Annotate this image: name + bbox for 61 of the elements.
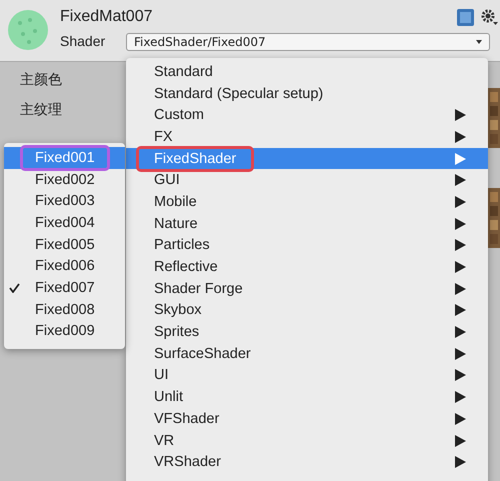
property-label: 主颜色 — [20, 70, 62, 89]
menu-item[interactable]: Sprites — [126, 321, 488, 343]
menu-item-label: VFShader — [153, 410, 220, 429]
menu-item[interactable]: Particles — [126, 234, 488, 256]
property-label: 主纹理 — [20, 100, 62, 119]
menu-item[interactable]: Shader Forge — [126, 278, 488, 300]
menu-item-label: Custom — [153, 106, 205, 126]
shader-dropdown[interactable]: FixedShader/Fixed007 — [126, 32, 490, 50]
menu-item-label: GUI — [153, 171, 181, 190]
menu-item[interactable]: Mobile — [126, 191, 488, 213]
menu-item-label: Standard (Specular setup) — [153, 84, 324, 104]
menu-item[interactable]: Reflective — [126, 256, 488, 278]
menu-item-label: VRShader — [153, 453, 222, 472]
menu-item[interactable]: Fixed001 — [4, 147, 125, 169]
menu-item-label: Fixed008 — [34, 300, 96, 320]
menu-item-label: Mobile — [153, 192, 198, 212]
menu-item-label: Sprites — [153, 323, 200, 342]
menu-item[interactable]: FixedShader — [126, 148, 488, 170]
material-name: FixedMat007 — [60, 7, 152, 27]
menu-item[interactable]: Fixed007 — [4, 277, 125, 299]
menu-item[interactable]: Fixed002 — [4, 168, 125, 190]
menu-item-label: Fixed001 — [20, 144, 110, 171]
menu-item-label: Fixed003 — [34, 192, 96, 212]
menu-item-label: VR — [153, 432, 176, 451]
menu-item-label: Fixed009 — [34, 322, 96, 342]
menu-item-label: Particles — [153, 236, 211, 256]
menu-item-label: FX — [153, 128, 174, 147]
menu-item-label: SurfaceShader — [153, 344, 252, 364]
menu-item[interactable]: VR — [126, 430, 488, 452]
menu-item[interactable]: GUI — [126, 169, 488, 192]
menu-item[interactable]: VRShader — [126, 451, 488, 474]
menu-item-label: Skybox — [153, 301, 203, 320]
menu-item[interactable]: Nature — [126, 212, 488, 234]
menu-item[interactable]: Skybox — [126, 300, 488, 322]
menu-item[interactable]: Standard (Specular setup) — [126, 82, 488, 104]
shader-label: Shader — [60, 32, 106, 51]
menu-item[interactable]: Custom — [126, 104, 488, 126]
menu-item[interactable]: FX — [126, 126, 488, 148]
menu-item[interactable]: SurfaceShader — [126, 342, 488, 365]
menu-item[interactable]: UI — [126, 364, 488, 386]
menu-item-label: FixedShader — [136, 146, 254, 172]
menu-item[interactable]: Fixed006 — [4, 255, 125, 278]
menu-item[interactable]: Fixed003 — [4, 190, 125, 212]
menu-item[interactable]: Fixed008 — [4, 298, 125, 320]
menu-item-label: Fixed005 — [34, 236, 96, 255]
menu-item[interactable]: Fixed004 — [4, 212, 125, 234]
menu-item[interactable]: Unlit — [126, 386, 488, 408]
menu-item-label: Standard — [153, 62, 214, 82]
menu-item[interactable]: Fixed005 — [4, 234, 125, 256]
menu-item-label: Fixed004 — [34, 214, 96, 233]
menu-item-label: UI — [153, 366, 170, 386]
menu-item-label: Unlit — [153, 388, 184, 408]
menu-item-label: Fixed007 — [34, 278, 96, 298]
menu-item[interactable]: Fixed009 — [4, 320, 125, 342]
menu-item-label: Nature — [153, 214, 199, 234]
menu-item-label: Fixed002 — [34, 170, 96, 190]
menu-item-label: Fixed006 — [34, 257, 96, 276]
menu-item[interactable]: Standard — [126, 61, 488, 83]
menu-item[interactable]: VFShader — [126, 408, 488, 430]
menu-item-label: Reflective — [153, 258, 219, 278]
menu-item-label: Shader Forge — [153, 280, 244, 299]
